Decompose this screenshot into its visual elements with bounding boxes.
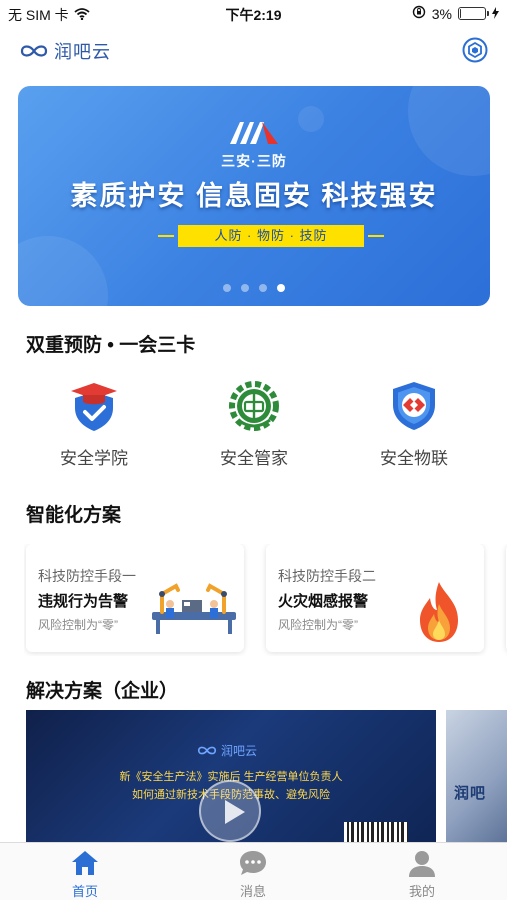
carousel-dot[interactable] <box>222 284 231 292</box>
home-icon <box>72 851 98 875</box>
app-logo: 润吧云 <box>18 38 111 64</box>
academy-shield-icon <box>71 383 117 431</box>
triple-a-logo-icon <box>230 122 278 144</box>
battery-level <box>460 9 461 18</box>
peek-text: 润吧 <box>454 785 487 802</box>
carousel-dot[interactable] <box>276 284 285 292</box>
card-desc: 风险控制为“零” <box>278 618 358 632</box>
banner-brand-name: 三安·三防 <box>221 153 287 169</box>
carousel-dot[interactable] <box>240 284 249 292</box>
rotation-lock-icon <box>412 5 426 22</box>
carousel-dot[interactable] <box>258 284 267 292</box>
status-bar: 无 SIM 卡 下午2:19 3% <box>0 0 507 28</box>
iot-shield-icon <box>393 382 435 430</box>
profile-icon <box>409 851 435 877</box>
banner-slogan: 素质护安 信息固安 科技强安 <box>70 181 438 211</box>
quick-item-academy[interactable]: 安全学院 <box>24 380 164 469</box>
section-title-solutions: 解决方案（企业） <box>26 681 179 702</box>
quick-entry-row: 安全学院 安全管家 安全物联 <box>0 380 507 470</box>
quick-label: 安全管家 <box>220 449 288 468</box>
video-brand-text: 润吧云 <box>221 744 258 758</box>
banner-decoration <box>18 236 108 306</box>
quick-item-iot[interactable]: 安全物联 <box>344 380 484 469</box>
carousel-dots[interactable] <box>0 284 507 292</box>
banner-brand: 三安·三防 <box>18 118 490 171</box>
scan-button[interactable] <box>461 36 489 64</box>
card-kicker: 科技防控手段一 <box>38 568 136 584</box>
card-kicker: 科技防控手段二 <box>278 568 376 584</box>
card-title: 违规行为告警 <box>38 593 129 610</box>
bottom-tab-bar: 首页 消息 我的 <box>0 842 507 900</box>
card-desc: 风险控制为“零” <box>38 618 118 632</box>
tab-home[interactable]: 首页 <box>35 849 135 900</box>
logo-text: 润吧云 <box>54 42 111 63</box>
video-brand: 润吧云 <box>196 742 257 759</box>
battery-percent: 3% <box>431 5 452 22</box>
robot-assembly-icon <box>152 583 236 634</box>
smart-solutions-carousel[interactable]: 科技防控手段一 违规行为告警 风险控制为“零” 科技防控手段二 火灾烟感报警 风… <box>24 544 507 656</box>
tab-label: 首页 <box>71 884 98 899</box>
tab-label: 我的 <box>408 884 435 899</box>
tab-label: 消息 <box>239 884 266 899</box>
video-card-peek[interactable]: 润吧 <box>446 710 507 842</box>
battery-icon <box>458 7 489 20</box>
scan-icon <box>462 37 488 63</box>
solution-card[interactable]: 科技防控手段二 火灾烟感报警 风险控制为“零” <box>266 544 484 652</box>
butler-gear-icon <box>229 381 279 431</box>
quick-label: 安全学院 <box>60 449 128 468</box>
card-title: 火灾烟感报警 <box>278 593 369 610</box>
promo-banner[interactable]: 三安·三防 素质护安 信息固安 科技强安 人防 · 物防 · 技防 <box>18 86 490 306</box>
tag-divider <box>158 235 174 237</box>
section-title-smart: 智能化方案 <box>26 505 122 526</box>
infinity-logo-icon <box>197 746 217 755</box>
play-button[interactable] <box>199 780 261 842</box>
tab-messages[interactable]: 消息 <box>203 849 303 900</box>
top-nav: 润吧云 <box>0 30 507 70</box>
tab-profile[interactable]: 我的 <box>372 849 472 900</box>
quick-label: 安全物联 <box>380 449 448 468</box>
banner-tagline: 人防 · 物防 · 技防 <box>178 225 364 247</box>
status-right: 3% <box>412 5 499 22</box>
charging-icon <box>492 6 499 22</box>
fire-icon <box>420 582 458 642</box>
solution-card[interactable]: 科技防控手段一 违规行为告警 风险控制为“零” <box>26 544 244 652</box>
quick-item-butler[interactable]: 安全管家 <box>184 380 324 469</box>
section-title-prevention: 双重预防 • 一会三卡 <box>26 335 196 356</box>
infinity-logo-icon <box>20 45 48 57</box>
message-icon <box>240 851 266 875</box>
qr-code-icon <box>344 822 408 842</box>
tag-divider <box>368 235 384 237</box>
video-card[interactable]: 润吧云 新《安全生产法》实施后 生产经营单位负责人 如何通过新技术手段防范事故、… <box>26 710 436 842</box>
